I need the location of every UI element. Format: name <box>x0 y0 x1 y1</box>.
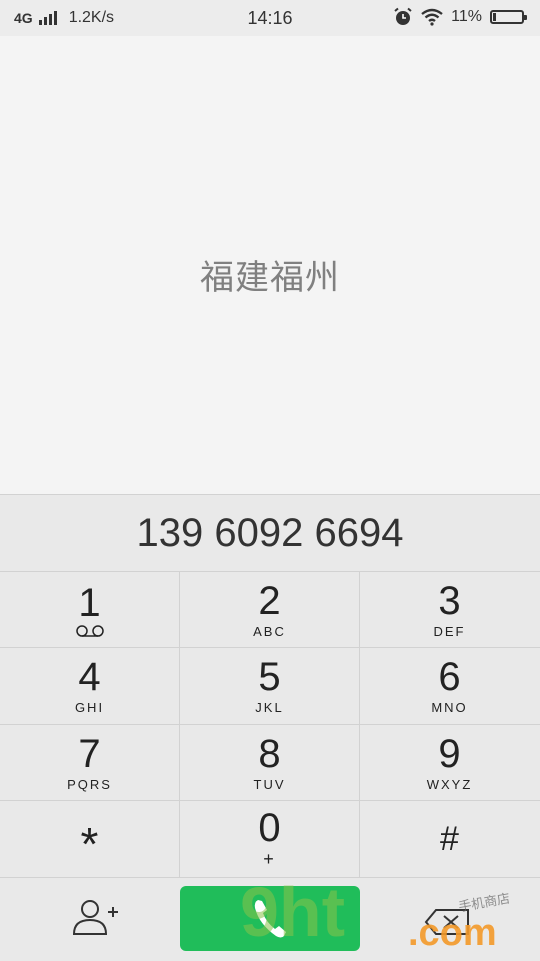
key-letters: JKL <box>255 700 284 715</box>
add-contact-icon[interactable] <box>70 898 122 942</box>
key-digit: 3 <box>438 579 461 623</box>
watermark-domain: .com <box>408 912 497 954</box>
status-bar: 4G 1.2K/s 14:16 11% <box>0 0 540 36</box>
battery-icon <box>490 10 527 24</box>
key-digit: 5 <box>258 655 281 699</box>
key-digit: # <box>440 819 459 858</box>
watermark-logo: 9ht <box>240 873 345 951</box>
key-3[interactable]: 3 DEF <box>360 572 539 647</box>
battery-percent: 11% <box>451 8 482 25</box>
key-letters: + <box>263 849 276 869</box>
key-8[interactable]: 8 TUV <box>180 725 359 800</box>
voicemail-icon <box>75 624 104 637</box>
key-7[interactable]: 7 PQRS <box>0 725 179 800</box>
key-digit: 9 <box>438 732 461 776</box>
key-9[interactable]: 9 WXYZ <box>360 725 539 800</box>
key-2[interactable]: 2 ABC <box>180 572 359 647</box>
key-letters: GHI <box>74 700 105 715</box>
number-location: 福建福州 <box>200 259 340 297</box>
key-letters: WXYZ <box>426 777 473 792</box>
key-5[interactable]: 5 JKL <box>180 648 359 723</box>
caller-info-area: 福建福州 <box>0 36 540 494</box>
key-4[interactable]: 4 GHI <box>0 648 179 723</box>
key-digit: 0 <box>258 806 281 850</box>
key-letters: ABC <box>253 624 286 639</box>
key-digit: 2 <box>258 579 281 623</box>
key-digit: 1 <box>78 580 101 625</box>
wifi-icon <box>421 8 443 26</box>
key-digit: 7 <box>78 732 101 776</box>
status-right: 11% <box>393 7 527 27</box>
key-6[interactable]: 6 MNO <box>360 648 539 723</box>
key-letters: MNO <box>431 700 468 715</box>
key-letters: PQRS <box>67 777 112 792</box>
key-digit: 8 <box>258 732 281 776</box>
key-0[interactable]: 0 + <box>180 801 359 876</box>
key-hash[interactable]: # <box>360 801 539 876</box>
key-digit: * <box>80 817 99 870</box>
key-letters: TUV <box>253 777 286 792</box>
key-digit: 6 <box>438 655 461 699</box>
key-star[interactable]: * <box>0 801 179 876</box>
alarm-icon <box>394 7 412 25</box>
dialed-number-field[interactable]: 139 6092 6694 <box>0 495 540 572</box>
key-letters: DEF <box>433 624 466 639</box>
key-digit: 4 <box>78 655 101 699</box>
key-1[interactable]: 1 <box>0 572 179 647</box>
